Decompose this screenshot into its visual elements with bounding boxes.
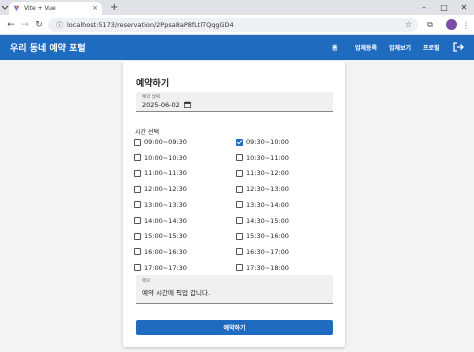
time-slot-checkbox[interactable]: 15:30~16:00 (236, 231, 289, 241)
checkbox-box[interactable] (236, 154, 243, 162)
time-slot-checkbox[interactable]: 17:00~17:30 (134, 263, 187, 273)
site-info-icon[interactable]: ⓘ (56, 20, 63, 30)
checkbox-box[interactable] (134, 154, 141, 162)
time-slot-label: 15:00~15:30 (144, 232, 187, 241)
time-slot-checkbox[interactable]: 15:00~15:30 (134, 231, 187, 241)
checkbox-box[interactable] (134, 201, 141, 209)
back-icon[interactable]: ← (5, 19, 17, 31)
address-bar[interactable]: ⓘ localhost:5173/reservation/2Ppsa8aP8fL… (48, 18, 418, 32)
checkbox-box[interactable] (236, 138, 243, 146)
tab-close-icon[interactable]: × (92, 5, 98, 12)
profile-avatar[interactable] (446, 19, 457, 30)
app-brand-title[interactable]: 우리 동네 예약 포털 (10, 41, 86, 54)
checkbox-box[interactable] (236, 264, 243, 272)
checkbox-box[interactable] (134, 217, 141, 224)
extensions-icon[interactable]: ⧉ (424, 19, 436, 31)
calendar-icon[interactable] (184, 101, 191, 108)
time-slot-checkbox[interactable]: 14:30~15:00 (236, 216, 289, 226)
app-bar: 우리 동네 예약 포털 홈 업체등록 업체보기 프로필 (0, 35, 474, 60)
time-slot-label: 11:00~11:30 (144, 169, 187, 178)
checkbox-box[interactable] (236, 185, 243, 193)
time-slot-label: 15:30~16:00 (246, 232, 289, 241)
forward-icon[interactable]: → (19, 19, 31, 31)
window-close-icon[interactable]: ✕ (454, 0, 474, 15)
checkbox-box[interactable] (134, 264, 141, 272)
logout-icon[interactable] (452, 41, 464, 53)
time-slot-checkbox[interactable]: 10:00~10:30 (134, 153, 187, 163)
nav-view-businesses[interactable]: 업체보기 (389, 43, 411, 52)
menu-icon[interactable]: ⋮ (460, 19, 472, 31)
browser-toolbar: ← → ↻ ⓘ localhost:5173/reservation/2Ppsa… (0, 15, 474, 35)
checkbox-box[interactable] (134, 232, 141, 240)
time-slot-checkbox[interactable]: 12:00~12:30 (134, 184, 187, 194)
checkbox-box[interactable] (134, 169, 141, 177)
time-slot-label: 14:00~14:30 (144, 216, 187, 225)
memo-field[interactable]: 메모 예약 시간에 픽업 갑니다. (136, 275, 333, 304)
nav-profile[interactable]: 프로필 (423, 43, 440, 52)
time-slot-label: 11:30~12:00 (246, 169, 289, 178)
time-slot-label: 10:30~11:00 (246, 153, 289, 162)
date-field-value: 2025-06-02 (142, 101, 180, 109)
time-slot-checkbox[interactable]: 13:00~13:30 (134, 200, 187, 210)
browser-tab-strip: Vite + Vue × + – □ ✕ (0, 0, 474, 15)
time-slot-label: 14:30~15:00 (246, 216, 289, 225)
time-slot-label: 13:30~14:00 (246, 200, 289, 209)
time-slot-label: 12:30~13:00 (246, 185, 289, 194)
checkbox-box[interactable] (134, 248, 141, 256)
time-slot-checkbox[interactable]: 11:30~12:00 (236, 168, 289, 178)
time-slot-checkbox[interactable]: 14:00~14:30 (134, 216, 187, 226)
bookmark-star-icon[interactable]: ☆ (405, 20, 412, 29)
time-slot-label: 13:00~13:30 (144, 200, 187, 209)
tab-search-icon[interactable] (1, 3, 9, 13)
time-slot-checkbox[interactable]: 11:00~11:30 (134, 168, 187, 178)
minimize-icon[interactable]: – (414, 0, 434, 15)
date-field-label: 예약 날짜 (142, 95, 160, 100)
time-slot-checkbox[interactable]: 12:30~13:00 (236, 184, 289, 194)
checkbox-box[interactable] (236, 169, 243, 177)
time-slot-checkbox[interactable]: 13:30~14:00 (236, 200, 289, 210)
time-slot-label: 17:00~17:30 (144, 263, 187, 272)
checkbox-box[interactable] (134, 185, 141, 193)
reservation-date-field[interactable]: 예약 날짜 2025-06-02 (136, 92, 333, 112)
new-tab-icon[interactable]: + (110, 2, 118, 13)
time-slot-checkbox[interactable]: 09:30~10:00 (236, 137, 289, 147)
nav-register-business[interactable]: 업체등록 (355, 43, 377, 52)
address-url: localhost:5173/reservation/2Ppsa8aP8fLtl… (67, 21, 234, 29)
time-slot-checkbox[interactable]: 16:00~16:30 (134, 247, 187, 257)
time-slot-label: 16:30~17:00 (246, 247, 289, 256)
browser-tab[interactable]: Vite + Vue × (9, 2, 102, 15)
nav-home[interactable]: 홈 (332, 43, 338, 52)
time-slot-label: 17:30~18:00 (246, 263, 289, 272)
submit-reservation-button[interactable]: 예약하기 (136, 320, 333, 335)
time-slot-label: 10:00~10:30 (144, 153, 187, 162)
memo-field-label: 메모 (142, 279, 151, 284)
reload-icon[interactable]: ↻ (33, 19, 45, 31)
time-slot-label: 12:00~12:30 (144, 185, 187, 194)
time-slot-checkbox[interactable]: 16:30~17:00 (236, 247, 289, 257)
checkbox-box[interactable] (236, 232, 243, 240)
reservation-card: 예약하기 예약 날짜 2025-06-02 시간 선택 09:00~09:30 0… (123, 61, 345, 347)
time-slot-label: 09:30~10:00 (246, 138, 289, 146)
time-slot-checkbox[interactable]: 09:00~09:30 (134, 137, 187, 147)
time-slot-checkbox[interactable]: 10:30~11:00 (236, 153, 289, 163)
vite-favicon-icon (13, 5, 20, 12)
maximize-icon[interactable]: □ (434, 0, 454, 15)
time-slot-label: 16:00~16:30 (144, 247, 187, 256)
memo-field-value: 예약 시간에 픽업 갑니다. (142, 289, 211, 297)
checkbox-box[interactable] (134, 138, 141, 146)
checkbox-box[interactable] (236, 248, 243, 256)
page-title: 예약하기 (136, 79, 170, 89)
time-section-label: 시간 선택 (135, 129, 159, 136)
tab-title: Vite + Vue (24, 5, 56, 12)
time-slot-label: 09:00~09:30 (144, 138, 187, 146)
time-slot-checkbox[interactable]: 17:30~18:00 (236, 263, 289, 273)
checkbox-box[interactable] (236, 217, 243, 224)
checkbox-box[interactable] (236, 201, 243, 209)
